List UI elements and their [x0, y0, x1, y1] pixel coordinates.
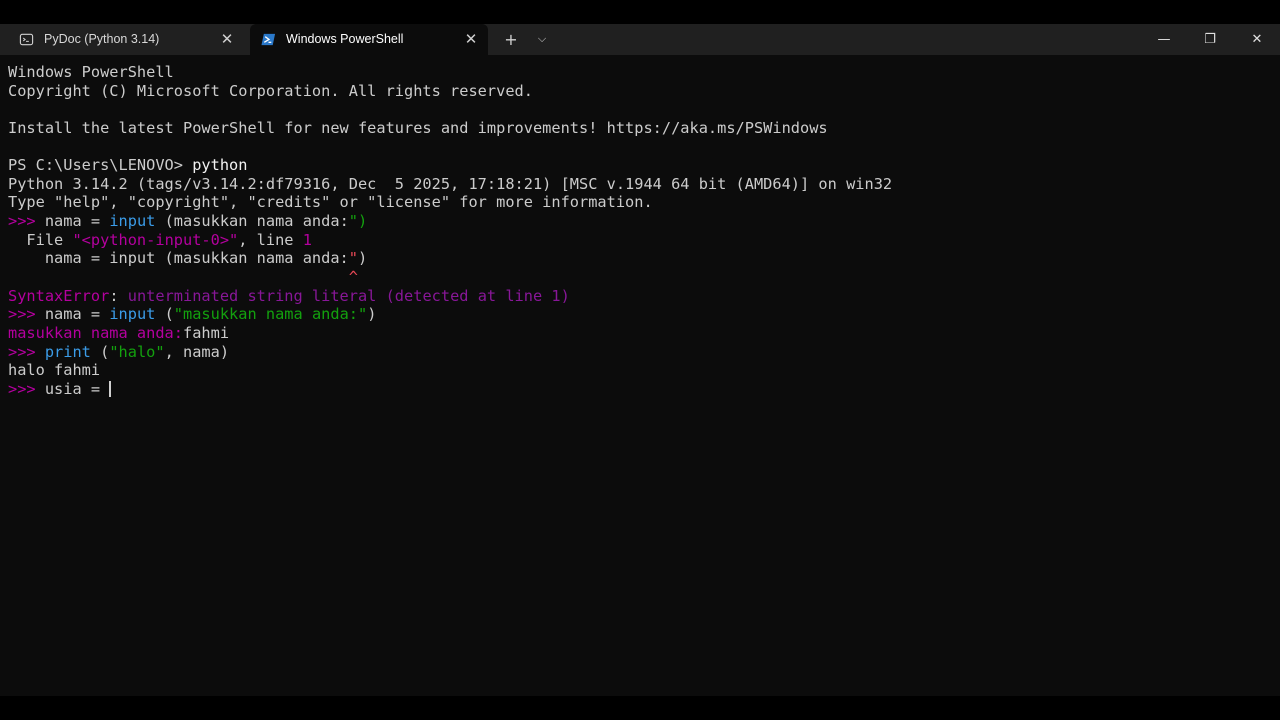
terminal-text: masukkan nama anda: [8, 323, 183, 342]
terminal-text: >>> [8, 305, 45, 324]
chevron-down-icon[interactable]: ⌵ [530, 28, 554, 50]
terminal-line: File "<python-input-0>", line 1 [8, 231, 892, 250]
terminal-line: Install the latest PowerShell for new fe… [8, 119, 892, 138]
terminal-text: ^ [348, 268, 358, 287]
tab-windows-powershell[interactable]: Windows PowerShell ✕ [250, 24, 488, 55]
terminal-line: Copyright (C) Microsoft Corporation. All… [8, 82, 892, 101]
terminal-text: halo fahmi [8, 361, 101, 380]
terminal-text: " [348, 249, 358, 268]
terminal-text: File [8, 230, 73, 249]
terminal-text: Copyright (C) Microsoft Corporation. All… [8, 81, 533, 100]
terminal-text: fahmi [182, 323, 230, 342]
terminal-text: Python 3.14.2 (tags/v3.14.2:df79316, Dec… [8, 174, 893, 193]
terminal-text: >>> [8, 342, 45, 361]
terminal-text: Type "help", "copyright", "credits" or "… [8, 193, 653, 212]
terminal-line: halo fahmi [8, 361, 892, 380]
terminal-line: Python 3.14.2 (tags/v3.14.2:df79316, Dec… [8, 175, 892, 194]
terminal-icon [19, 33, 34, 46]
terminal-text: "<python-input-0>" [72, 230, 239, 249]
bottom-letterbox [0, 696, 1280, 720]
terminal-text: ) [367, 305, 377, 324]
terminal-text: Install the latest PowerShell for new fe… [8, 118, 828, 137]
terminal-text: "masukkan nama anda:" [173, 305, 368, 324]
terminal-text: python [192, 156, 248, 175]
terminal-line: >>> nama = input (masukkan nama anda:") [8, 212, 892, 231]
tab-label: Windows PowerShell [286, 32, 404, 46]
terminal-text: unterminated string literal (detected at… [127, 286, 570, 305]
terminal-text: SyntaxError [8, 286, 110, 305]
terminal-text: PS C:\Users\LENOVO> [8, 156, 193, 175]
terminal-line: nama = input (masukkan nama anda:") [8, 249, 892, 268]
terminal-text: usia = [44, 379, 110, 398]
terminal-text: >>> [8, 212, 45, 231]
title-bar: PyDoc (Python 3.14) ✕ Windows PowerShell… [0, 24, 1280, 55]
window-close-button[interactable]: ✕ [1234, 24, 1280, 55]
terminal-text: nama = [44, 305, 110, 324]
terminal-line: masukkan nama anda:fahmi [8, 324, 892, 343]
terminal-text: ) [357, 249, 368, 268]
text-cursor [109, 380, 111, 397]
terminal-text: input [109, 305, 156, 324]
terminal-text: nama = [44, 212, 110, 231]
terminal-text: nama = input (masukkan nama anda: [8, 249, 349, 268]
terminal-line: Type "help", "copyright", "credits" or "… [8, 193, 892, 212]
terminal-line: SyntaxError: unterminated string literal… [8, 287, 892, 306]
terminal-text: 1 [302, 230, 312, 249]
terminal-line: >>> print ("halo", nama) [8, 343, 892, 362]
terminal-line: Windows PowerShell [8, 63, 892, 82]
terminal-text: ( [155, 305, 174, 324]
terminal-text: , nama) [164, 342, 230, 361]
new-tab-button[interactable]: + [499, 28, 523, 50]
top-letterbox [0, 0, 1280, 24]
terminal-text: (masukkan nama anda: [155, 212, 349, 231]
terminal-text: print [44, 342, 91, 361]
terminal-text: : [109, 286, 128, 305]
tab-pydoc[interactable]: PyDoc (Python 3.14) ✕ [8, 24, 244, 55]
terminal-lines: Windows PowerShell Copyright (C) Microsof… [8, 63, 892, 399]
terminal-text: Windows PowerShell [8, 63, 174, 81]
terminal-text: >>> [8, 379, 45, 398]
terminal-line: ^ [8, 268, 892, 287]
close-icon[interactable]: ✕ [218, 30, 236, 48]
terminal-output[interactable]: Windows PowerShell Copyright (C) Microsof… [0, 55, 1280, 696]
terminal-text: ( [90, 342, 110, 361]
terminal-line: PS C:\Users\LENOVO> python [8, 156, 892, 175]
terminal-text: "halo" [109, 342, 165, 361]
terminal-line: >>> usia = [8, 380, 892, 399]
terminal-text: ") [348, 212, 368, 231]
minimize-button[interactable]: — [1141, 24, 1187, 55]
terminal-text: , line [238, 230, 303, 249]
close-icon[interactable]: ✕ [462, 30, 480, 48]
terminal-line: >>> nama = input ("masukkan nama anda:") [8, 305, 892, 324]
powershell-icon [261, 33, 276, 46]
tab-label: PyDoc (Python 3.14) [44, 32, 160, 46]
terminal-text: input [109, 212, 156, 231]
maximize-button[interactable]: ❐ [1187, 24, 1233, 55]
